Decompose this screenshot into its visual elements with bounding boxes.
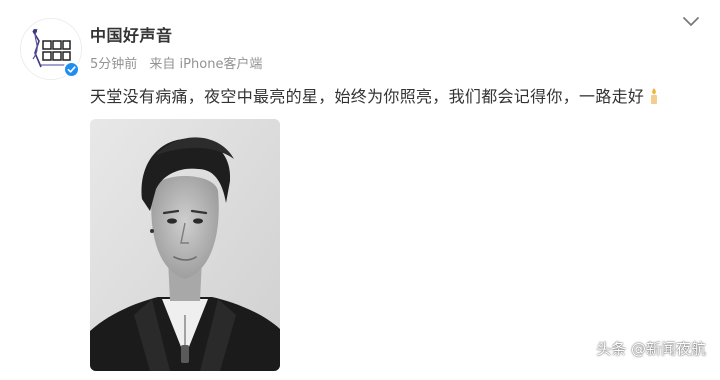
weibo-post: 中国好声音 5分钟前 来自 iPhone客户端 天堂没有病痛，夜空中最亮的星，始… (0, 0, 720, 380)
post-photo[interactable] (90, 119, 280, 371)
post-text: 天堂没有病痛，夜空中最亮的星，始终为你照亮，我们都会记得你，一路走好 (90, 83, 660, 109)
post-meta: 5分钟前 来自 iPhone客户端 (90, 53, 262, 72)
account-name[interactable]: 中国好声音 (90, 22, 173, 46)
post-source: 来自 iPhone客户端 (149, 57, 263, 72)
post-time: 5分钟前 (90, 57, 138, 72)
candle-icon (648, 87, 660, 109)
portrait-image (90, 119, 280, 371)
chevron-down-icon (683, 17, 699, 26)
verified-badge-icon (63, 61, 80, 78)
post-body: 天堂没有病痛，夜空中最亮的星，始终为你照亮，我们都会记得你，一路走好 (90, 87, 645, 106)
more-options-button[interactable] (682, 14, 700, 28)
watermark-text: 头条 @新闻夜航 (596, 340, 706, 358)
